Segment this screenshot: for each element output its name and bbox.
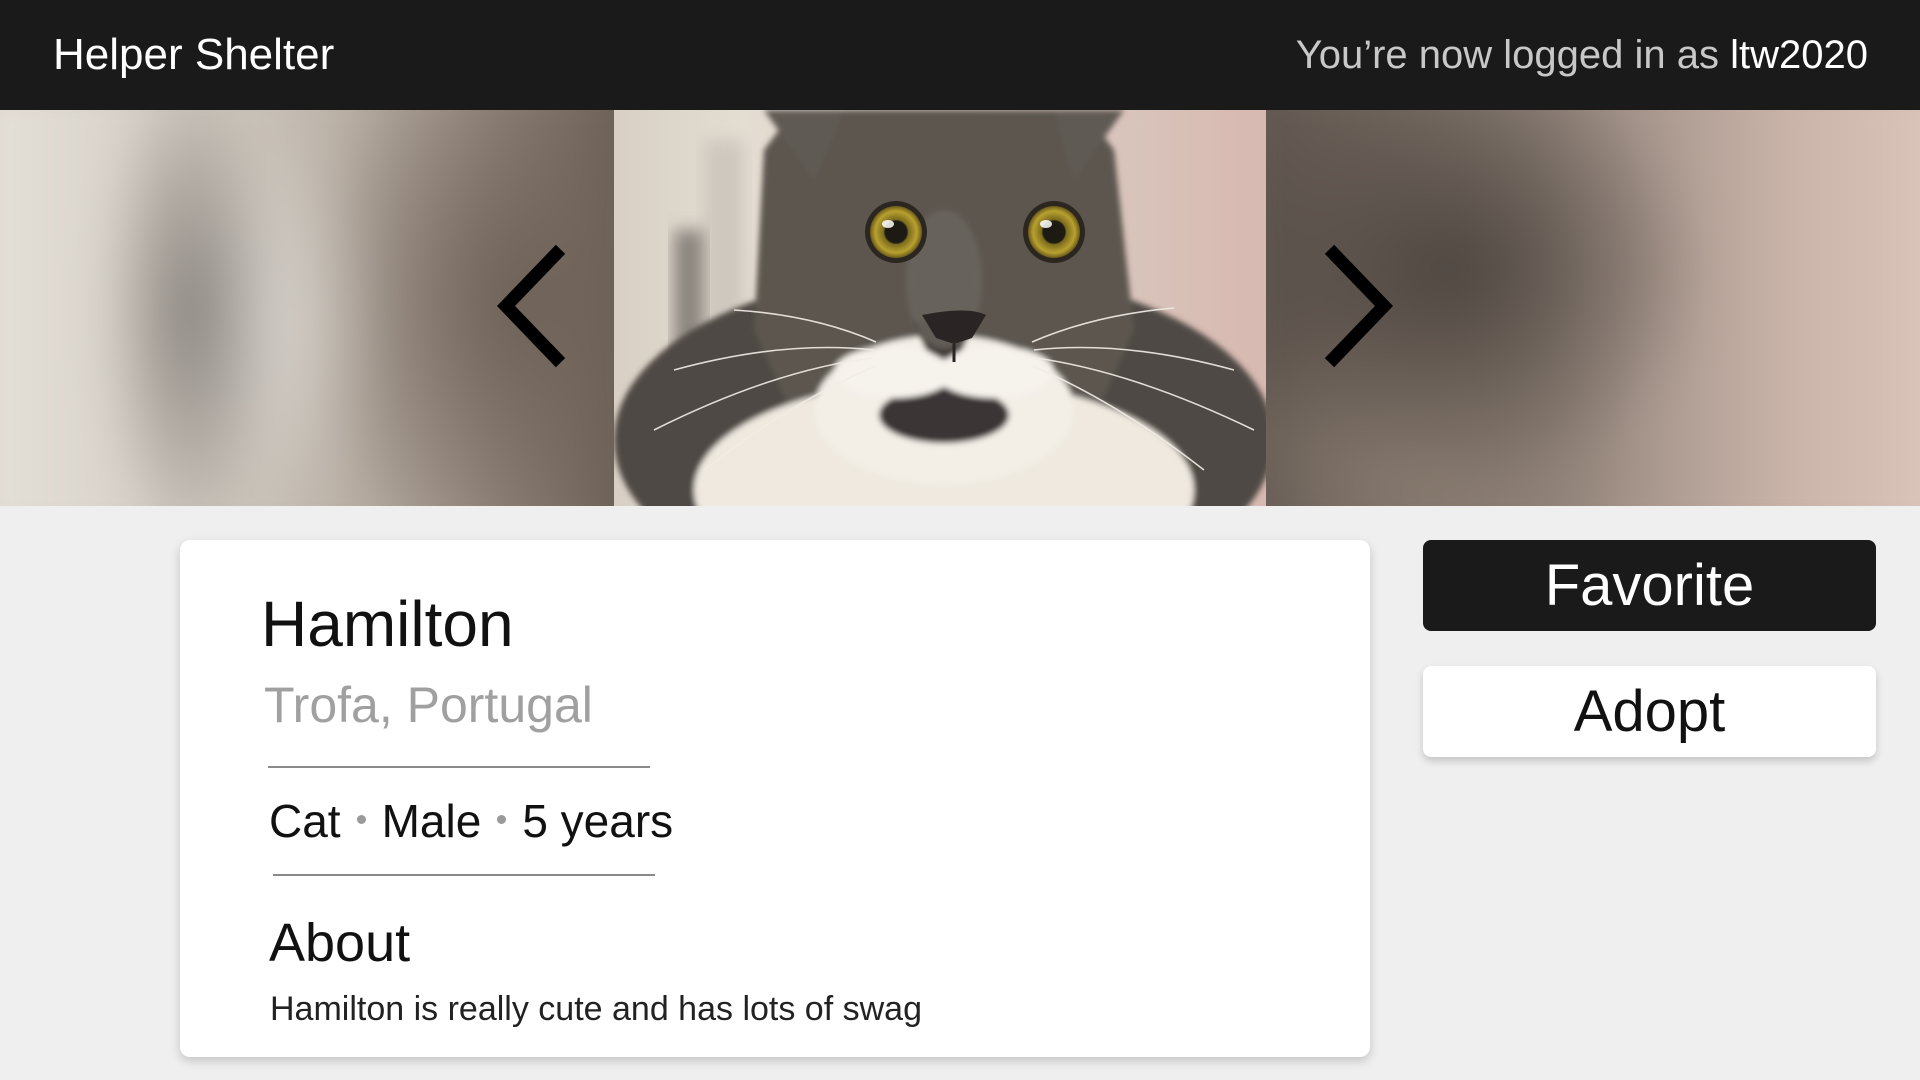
divider: [268, 766, 650, 768]
chevron-left-icon: [496, 244, 566, 368]
pet-species: Cat: [269, 795, 341, 847]
brand-link[interactable]: Helper Shelter: [53, 30, 334, 80]
divider: [273, 874, 655, 876]
top-bar: Helper Shelter You’re now logged in as l…: [0, 0, 1920, 110]
chevron-right-icon: [1324, 244, 1394, 368]
separator-dot: [356, 815, 366, 825]
login-status-label: You’re now logged in as: [1295, 32, 1731, 77]
adopt-button[interactable]: Adopt: [1423, 666, 1876, 757]
pet-location: Trofa, Portugal: [264, 677, 593, 733]
pet-facts: Cat Male 5 years: [269, 798, 673, 844]
pet-sex: Male: [381, 795, 482, 847]
pet-age: 5 years: [522, 795, 674, 847]
photo-carousel: [0, 110, 1920, 506]
pet-photo: [614, 110, 1266, 506]
cat-photo-image: [614, 110, 1266, 506]
carousel-prev-button[interactable]: [492, 242, 582, 382]
pet-details-card: Hamilton Trofa, Portugal Cat Male 5 years …: [180, 540, 1370, 1057]
username[interactable]: ltw2020: [1730, 33, 1868, 77]
carousel-next-button[interactable]: [1308, 242, 1398, 382]
pet-name: Hamilton: [261, 588, 514, 660]
login-status: You’re now logged in as ltw2020: [1296, 33, 1868, 78]
favorite-button[interactable]: Favorite: [1423, 540, 1876, 631]
about-text: Hamilton is really cute and has lots of …: [270, 990, 922, 1028]
about-heading: About: [269, 913, 411, 973]
separator-dot: [497, 815, 507, 825]
